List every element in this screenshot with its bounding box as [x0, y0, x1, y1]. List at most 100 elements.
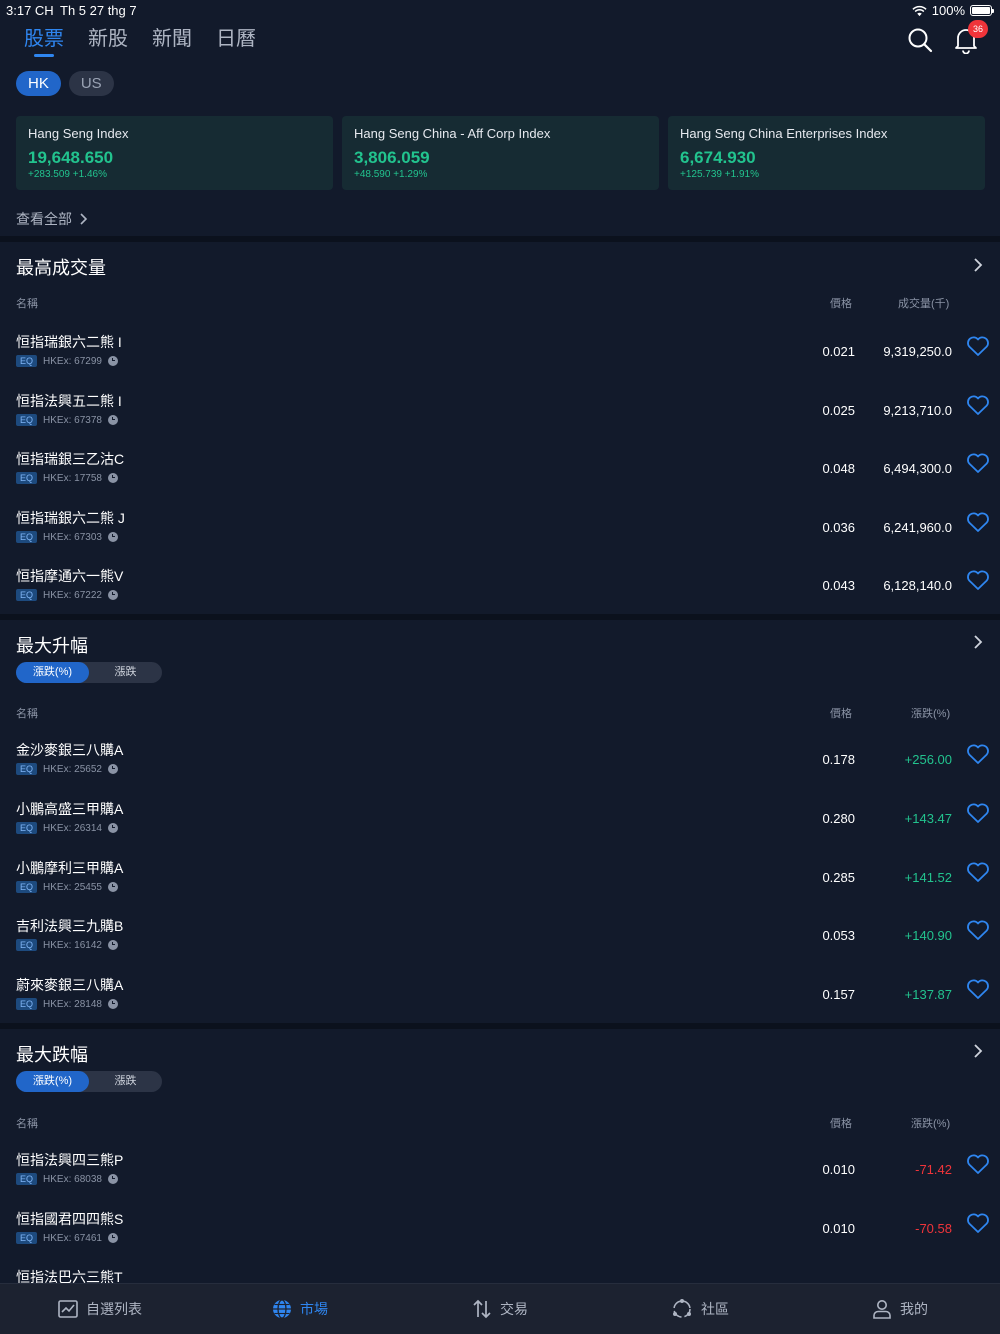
- nav-community[interactable]: 社區: [600, 1284, 800, 1334]
- index-card-hscei[interactable]: Hang Seng China Enterprises Index 6,674.…: [668, 116, 985, 190]
- nav-profile[interactable]: 我的: [800, 1284, 1000, 1334]
- stock-meta: EQ HKEx: 16142: [16, 939, 118, 951]
- toggle-absolute[interactable]: 漲跌: [89, 1071, 162, 1092]
- stock-price: 0.036: [822, 520, 855, 535]
- table-row[interactable]: 恒指法巴六三熊T: [0, 1267, 1000, 1283]
- heart-icon[interactable]: [966, 802, 990, 824]
- stock-volume: 9,319,250.0: [883, 344, 952, 359]
- stock-name: 蔚來麥銀三八購A: [16, 977, 124, 993]
- toggle-percent[interactable]: 漲跌(%): [16, 1071, 89, 1092]
- battery-percent: 100%: [931, 3, 965, 18]
- status-date: Th 5 27 thg 7: [60, 3, 137, 18]
- table-row[interactable]: 小鵬摩利三甲購A EQ HKEx: 25455 0.285 +141.52: [0, 858, 1000, 916]
- tab-stocks[interactable]: 股票: [24, 22, 64, 57]
- table-row[interactable]: 金沙麥銀三八購A EQ HKEx: 25652 0.178 +256.00: [0, 740, 1000, 798]
- column-header-volume: 成交量(千): [898, 298, 950, 310]
- heart-icon[interactable]: [966, 335, 990, 357]
- clock-icon: [107, 590, 118, 600]
- stock-name: 小鵬高盛三甲購A: [16, 801, 124, 817]
- column-header-name: 名稱: [16, 708, 38, 720]
- nav-label: 市場: [300, 1301, 328, 1317]
- table-row[interactable]: 恒指國君四四熊S EQ HKEx: 67461 0.010 -70.58: [0, 1209, 1000, 1267]
- stock-code: HKEx: 25652: [43, 763, 102, 775]
- stock-change: +143.47: [904, 811, 952, 826]
- change-type-toggle: 漲跌(%) 漲跌: [16, 662, 162, 683]
- eq-tag: EQ: [16, 1173, 38, 1185]
- search-button[interactable]: [904, 24, 936, 56]
- view-all-link[interactable]: 查看全部: [16, 209, 88, 229]
- tab-ipo[interactable]: 新股: [88, 22, 128, 57]
- eq-tag: EQ: [16, 355, 38, 367]
- index-name: Hang Seng China - Aff Corp Index: [354, 126, 551, 141]
- chevron-right-icon[interactable]: [970, 257, 986, 273]
- stock-price: 0.280: [822, 811, 855, 826]
- table-row[interactable]: 恒指瑞銀六二熊 J EQ HKEx: 67303 0.036 6,241,960…: [0, 508, 1000, 566]
- table-row[interactable]: 恒指法興五二熊 I EQ HKEx: 67378 0.025 9,213,710…: [0, 391, 1000, 449]
- tab-calendar[interactable]: 日曆: [216, 22, 256, 57]
- index-card-hsi[interactable]: Hang Seng Index 19,648.650 +283.509 +1.4…: [16, 116, 333, 190]
- stock-change: +140.90: [904, 928, 952, 943]
- nav-trade[interactable]: 交易: [400, 1284, 600, 1334]
- heart-icon[interactable]: [966, 394, 990, 416]
- nav-market[interactable]: 市場: [200, 1284, 400, 1334]
- eq-tag: EQ: [16, 763, 38, 775]
- chevron-right-icon[interactable]: [970, 634, 986, 650]
- heart-icon[interactable]: [966, 569, 990, 591]
- heart-icon[interactable]: [966, 919, 990, 941]
- table-row[interactable]: 恒指法興四三熊P EQ HKEx: 68038 0.010 -71.42: [0, 1150, 1000, 1208]
- heart-icon[interactable]: [966, 978, 990, 1000]
- heart-icon[interactable]: [966, 511, 990, 533]
- notification-badge: 36: [968, 20, 988, 38]
- stock-volume: 6,128,140.0: [883, 578, 952, 593]
- stock-name: 恒指法巴六三熊T: [16, 1269, 123, 1283]
- eq-tag: EQ: [16, 531, 38, 543]
- tab-news[interactable]: 新聞: [152, 22, 192, 57]
- stock-code: HKEx: 28148: [43, 998, 102, 1010]
- heart-icon[interactable]: [966, 452, 990, 474]
- toggle-absolute[interactable]: 漲跌: [89, 662, 162, 683]
- stock-change: -70.58: [915, 1221, 952, 1236]
- index-change: +125.739 +1.91%: [680, 169, 759, 180]
- column-header-change: 漲跌(%): [911, 1118, 951, 1130]
- clock-icon: [107, 356, 118, 366]
- stock-volume: 6,494,300.0: [883, 461, 952, 476]
- search-icon: [908, 28, 933, 53]
- table-row[interactable]: 吉利法興三九購B EQ HKEx: 16142 0.053 +140.90: [0, 916, 1000, 974]
- market-hk-button[interactable]: HK: [16, 71, 61, 96]
- market-us-button[interactable]: US: [68, 71, 114, 96]
- heart-icon[interactable]: [966, 743, 990, 765]
- heart-icon[interactable]: [966, 1153, 990, 1175]
- stock-change: +137.87: [904, 987, 952, 1002]
- notifications-button[interactable]: 36: [950, 20, 988, 56]
- heart-icon[interactable]: [966, 1212, 990, 1234]
- stock-code: HKEx: 67461: [43, 1232, 102, 1244]
- top-tabs: 股票 新股 新聞 日曆: [24, 22, 256, 57]
- eq-tag: EQ: [16, 939, 38, 951]
- stock-volume: 9,213,710.0: [883, 403, 952, 418]
- column-header-price: 價格: [830, 1118, 852, 1130]
- eq-tag: EQ: [16, 822, 38, 834]
- toggle-percent[interactable]: 漲跌(%): [16, 662, 89, 683]
- column-header-name: 名稱: [16, 298, 38, 310]
- table-row[interactable]: 小鵬高盛三甲購A EQ HKEx: 26314 0.280 +143.47: [0, 799, 1000, 857]
- nav-label: 社區: [701, 1301, 729, 1317]
- table-row[interactable]: 恒指瑞銀六二熊 I EQ HKEx: 67299 0.021 9,319,250…: [0, 332, 1000, 390]
- index-change: +48.590 +1.29%: [354, 169, 428, 180]
- stock-change: +141.52: [904, 870, 952, 885]
- nav-watchlist[interactable]: 自選列表: [0, 1284, 200, 1334]
- stock-meta: EQ HKEx: 67299: [16, 355, 118, 367]
- eq-tag: EQ: [16, 998, 38, 1010]
- stock-code: HKEx: 25455: [43, 881, 102, 893]
- heart-icon[interactable]: [966, 861, 990, 883]
- stock-price: 0.010: [822, 1221, 855, 1236]
- chevron-right-icon[interactable]: [970, 1043, 986, 1059]
- status-bar: 3:17 CH Th 5 27 thg 7 100%: [0, 0, 1000, 20]
- column-header-price: 價格: [830, 708, 852, 720]
- table-row[interactable]: 恒指瑞銀三乙沽C EQ HKEx: 17758 0.048 6,494,300.…: [0, 449, 1000, 507]
- index-card-hscci[interactable]: Hang Seng China - Aff Corp Index 3,806.0…: [342, 116, 659, 190]
- clock-icon: [107, 940, 118, 950]
- stock-name: 恒指瑞銀六二熊 I: [16, 334, 122, 350]
- index-value: 19,648.650: [28, 148, 114, 167]
- stock-price: 0.178: [822, 752, 855, 767]
- stock-name: 吉利法興三九購B: [16, 918, 124, 934]
